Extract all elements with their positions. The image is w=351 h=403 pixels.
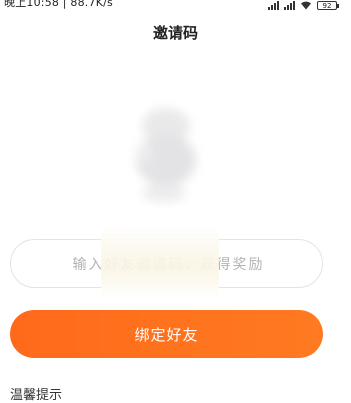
status-bar: 晚上10:58 | 88.7K/s 92 (0, 0, 351, 14)
battery-icon: 92 (317, 1, 339, 10)
status-icons: 92 (268, 0, 339, 10)
invite-code-field[interactable] (10, 239, 326, 289)
wifi-icon (301, 1, 311, 10)
page-title: 邀请码 (152, 24, 198, 42)
mascot-illustration (136, 108, 196, 202)
cell-signal-icon (268, 1, 279, 10)
invite-code-input[interactable] (11, 240, 326, 289)
battery-level: 92 (322, 2, 332, 10)
status-time-speed: 晚上10:58 | 88.7K/s (4, 0, 113, 9)
cell-signal-2-icon (284, 1, 295, 10)
tips-title: 温馨提示 (10, 388, 63, 403)
bind-friend-button[interactable]: 绑定好友 (10, 310, 323, 358)
